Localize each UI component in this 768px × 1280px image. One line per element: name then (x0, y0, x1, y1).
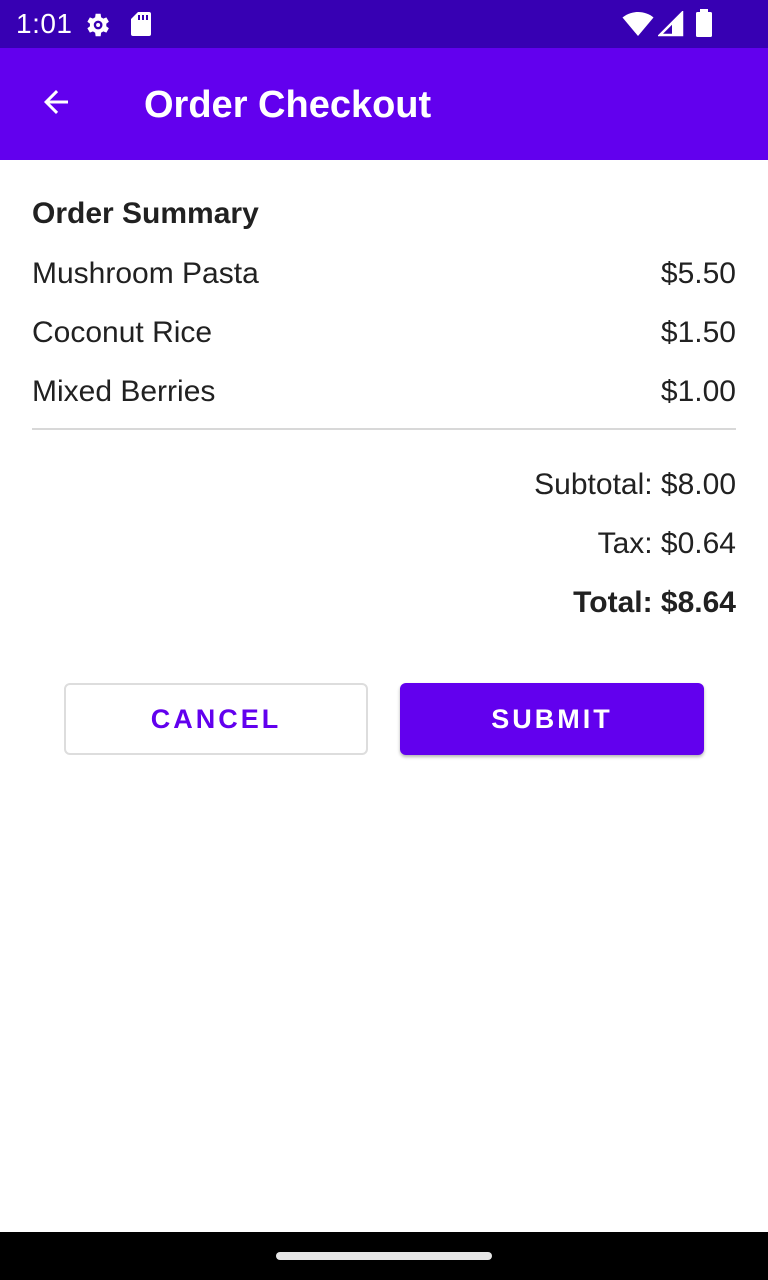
wifi-icon (622, 11, 654, 37)
order-item-row: Mushroom Pasta $5.50 (32, 254, 736, 294)
subtotal-text: Subtotal: $8.00 (534, 468, 736, 501)
cell-signal-icon (656, 9, 684, 37)
page-title: Order Checkout (144, 84, 432, 126)
back-button[interactable] (20, 68, 92, 140)
battery-icon (695, 9, 713, 37)
status-bar: 1:01 (0, 0, 768, 48)
sd-card-icon (130, 11, 152, 37)
order-item-name: Mushroom Pasta (32, 257, 259, 290)
arrow-left-icon (38, 84, 74, 125)
tax-text: Tax: $0.64 (597, 527, 736, 560)
order-item-name: Coconut Rice (32, 316, 213, 349)
order-item-price: $1.50 (660, 316, 736, 349)
cancel-button[interactable]: CANCEL (64, 683, 368, 755)
order-item-name: Mixed Berries (32, 375, 216, 408)
order-item-row: Mixed Berries $1.00 (32, 372, 736, 412)
submit-button[interactable]: SUBMIT (400, 683, 704, 755)
app-bar: Order Checkout (0, 48, 768, 160)
total-text: Total: $8.64 (573, 586, 736, 619)
checkout-screen: 1:01 Order Checkout Order Summary Mushro… (0, 0, 768, 1280)
order-summary-title: Order Summary (32, 197, 259, 230)
status-time: 1:01 (16, 8, 73, 39)
order-item-row: Coconut Rice $1.50 (32, 313, 736, 353)
order-item-price: $1.00 (660, 375, 736, 408)
system-nav-bar (0, 1232, 768, 1280)
order-item-price: $5.50 (660, 257, 736, 290)
summary-divider (32, 428, 736, 430)
settings-gear-icon (82, 10, 112, 40)
home-gesture-handle[interactable] (276, 1252, 492, 1260)
